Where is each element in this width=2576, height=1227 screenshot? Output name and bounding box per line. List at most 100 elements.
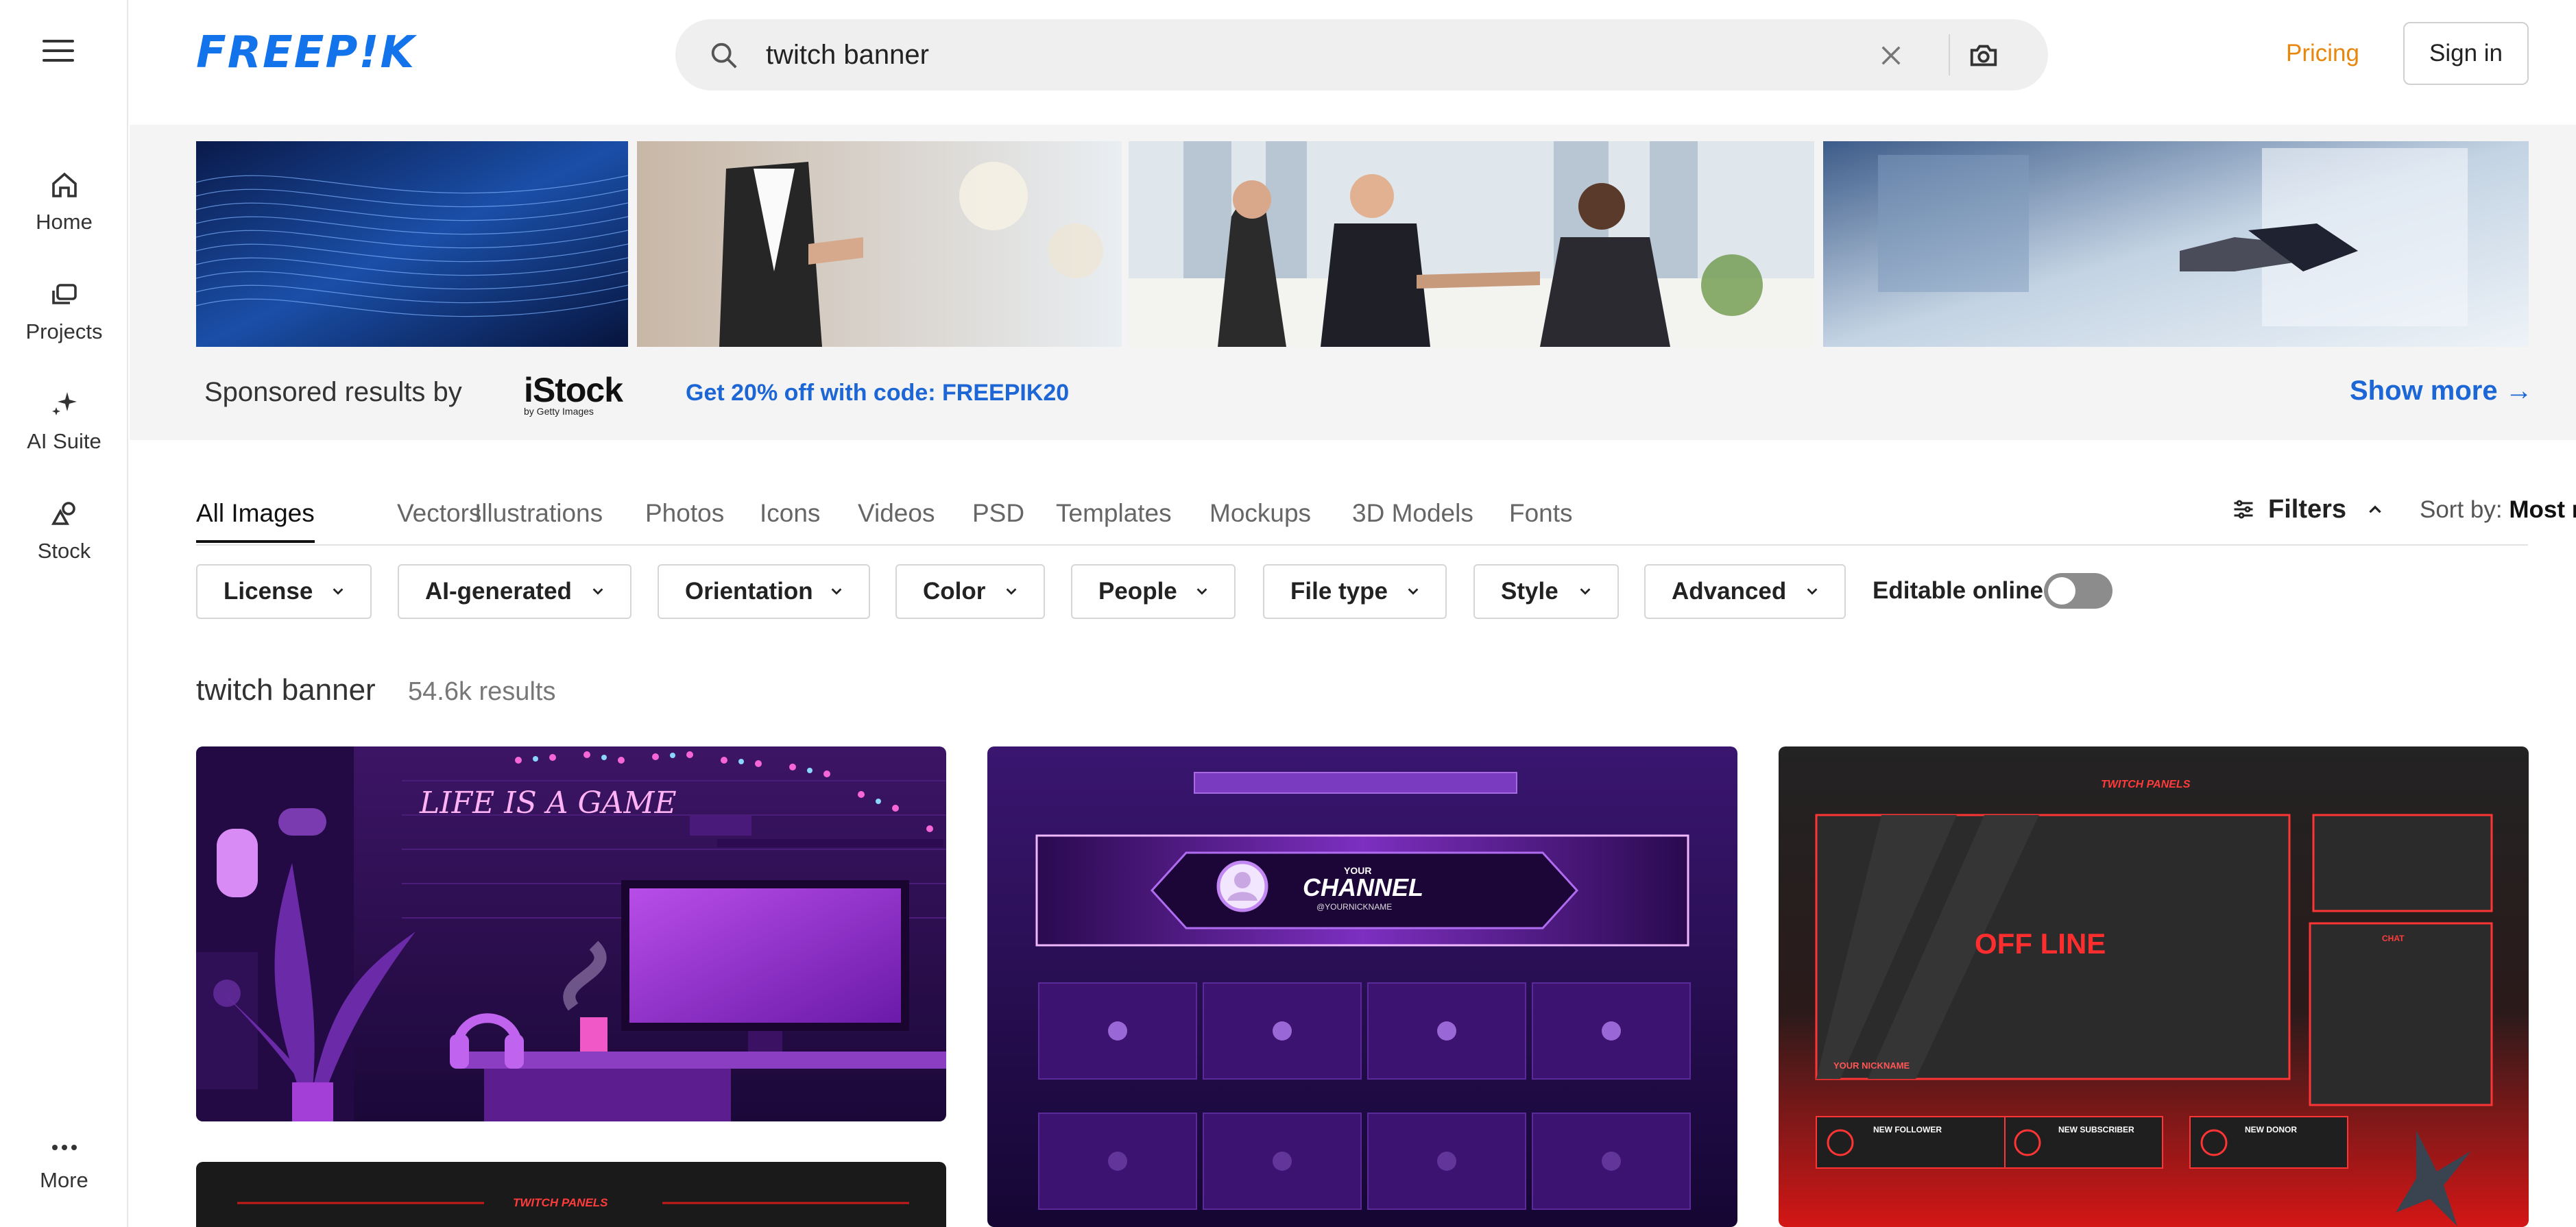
result-image: TWITCH PANELS — [196, 1162, 946, 1227]
result-image: TWITCH PANELS OFF LINE CHAT YOUR NICKNAM… — [1779, 746, 2529, 1227]
sidebar-item-home[interactable]: Home — [0, 169, 128, 234]
sidebar-item-ai-suite[interactable]: AI Suite — [0, 388, 128, 454]
sidebar: Home Projects AI Suite Stock More — [0, 0, 128, 1227]
tab-fonts[interactable]: Fonts — [1509, 499, 1573, 528]
panels-header-text: TWITCH PANELS — [513, 1196, 608, 1209]
chip-label: Orientation — [685, 578, 813, 605]
sidebar-item-label: Stock — [38, 539, 91, 563]
filter-orientation[interactable]: Orientation — [658, 564, 870, 619]
chip-label: Color — [923, 578, 985, 605]
chevron-down-icon — [590, 583, 605, 598]
offline-text: OFF LINE — [1975, 927, 2106, 960]
result-card-twitch-panels-dark[interactable]: TWITCH PANELS — [196, 1162, 946, 1227]
sort-label: Sort by: — [2420, 496, 2503, 523]
istock-brand: iStock — [524, 370, 623, 410]
filters-label: Filters — [2268, 495, 2346, 524]
filter-ai-generated[interactable]: AI-generated — [398, 564, 631, 619]
chip-label: Advanced — [1672, 578, 1786, 605]
tab-3d-models[interactable]: 3D Models — [1352, 499, 1473, 528]
sponsored-band: Sponsored results by iStock by Getty Ima… — [130, 125, 2576, 440]
editable-online-toggle[interactable] — [2044, 573, 2112, 609]
filter-advanced[interactable]: Advanced — [1644, 564, 1846, 619]
tab-vectors[interactable]: Vectors — [397, 499, 481, 528]
badge-follower: NEW FOLLOWER — [1873, 1125, 1942, 1134]
stock-icon — [48, 498, 81, 531]
banner-channel-text: CHANNEL — [1303, 873, 1423, 901]
show-more-link[interactable]: Show more → — [2350, 376, 2533, 406]
badge-donor: NEW DONOR — [2245, 1125, 2297, 1134]
panels-header-text: TWITCH PANELS — [2101, 779, 2191, 790]
chevron-down-icon — [1406, 583, 1421, 598]
chevron-down-icon — [1194, 583, 1209, 598]
pricing-link[interactable]: Pricing — [2286, 40, 2359, 67]
sponsored-image-waves[interactable] — [196, 141, 628, 347]
chip-label: AI-generated — [425, 578, 572, 605]
search-input[interactable] — [766, 37, 1794, 73]
chip-label: Style — [1501, 578, 1558, 605]
nickname-text: YOUR NICKNAME — [1833, 1060, 1910, 1071]
camera-icon[interactable] — [1968, 40, 1999, 71]
filters-button[interactable]: Filters — [2231, 495, 2384, 524]
result-card-gaming-room[interactable]: LIFE IS A GAME — [196, 746, 946, 1121]
promo-code-link[interactable]: Get 20% off with code: FREEPIK20 — [686, 380, 1069, 406]
sidebar-item-label: More — [40, 1168, 88, 1192]
results-query: twitch banner — [196, 673, 376, 707]
tab-templates[interactable]: Templates — [1056, 499, 1172, 528]
filter-license[interactable]: License — [196, 564, 372, 619]
filter-people[interactable]: People — [1071, 564, 1236, 619]
chevron-down-icon — [1004, 583, 1019, 598]
result-card-twitch-panels-red[interactable]: TWITCH PANELS OFF LINE CHAT YOUR NICKNAM… — [1779, 746, 2529, 1227]
istock-logo[interactable]: iStock by Getty Images — [524, 370, 623, 417]
tab-illustrations[interactable]: Illustrations — [474, 499, 603, 528]
filter-file-type[interactable]: File type — [1263, 564, 1447, 619]
freepik-logo[interactable]: FREEP!K — [196, 33, 416, 73]
tab-photos[interactable]: Photos — [645, 499, 724, 528]
banner-handle-text: @YOURNICKNAME — [1316, 902, 1392, 912]
filter-style[interactable]: Style — [1473, 564, 1619, 619]
chip-label: License — [224, 578, 313, 605]
sponsored-image-meeting[interactable] — [1129, 141, 1814, 347]
tab-all-images[interactable]: All Images — [196, 499, 315, 528]
tab-videos[interactable]: Videos — [858, 499, 935, 528]
chip-label: File type — [1290, 578, 1388, 605]
result-card-channel-banner[interactable]: YOUR CHANNEL @YOURNICKNAME — [987, 746, 1737, 1227]
projects-icon — [48, 278, 81, 311]
neon-sign-text: LIFE IS A GAME — [419, 786, 677, 821]
sponsored-image-handshake-offer[interactable] — [637, 141, 1122, 347]
sort-value: Most relevant — [2509, 496, 2576, 523]
chat-text: CHAT — [2382, 934, 2405, 943]
sidebar-item-projects[interactable]: Projects — [0, 278, 128, 344]
chevron-down-icon — [1805, 583, 1820, 598]
chip-label: People — [1098, 578, 1177, 605]
badge-subscriber: NEW SUBSCRIBER — [2058, 1125, 2134, 1134]
sparkle-icon — [48, 388, 81, 421]
sidebar-item-label: Home — [36, 210, 93, 234]
sliders-icon — [2231, 497, 2256, 522]
result-image: YOUR CHANNEL @YOURNICKNAME — [987, 746, 1737, 1227]
search-divider — [1949, 34, 1950, 75]
content-type-tabs: All Images Vectors Illustrations Photos … — [196, 480, 2528, 546]
sponsored-image-handshake-blue[interactable] — [1823, 141, 2529, 347]
chevron-down-icon — [829, 583, 844, 598]
chevron-down-icon — [330, 583, 346, 598]
sponsored-label: Sponsored results by — [204, 377, 462, 408]
sign-in-button[interactable]: Sign in — [2403, 22, 2529, 85]
menu-icon[interactable] — [43, 40, 74, 67]
sidebar-item-more[interactable]: More — [0, 1131, 128, 1193]
sort-dropdown[interactable]: Sort by: Most relevant — [2420, 496, 2576, 524]
result-image: LIFE IS A GAME — [196, 746, 946, 1121]
tab-icons[interactable]: Icons — [760, 499, 820, 528]
tab-mockups[interactable]: Mockups — [1209, 499, 1311, 528]
tab-psd[interactable]: PSD — [972, 499, 1024, 528]
filter-color[interactable]: Color — [895, 564, 1045, 619]
close-icon[interactable] — [1877, 41, 1905, 70]
home-icon — [48, 169, 81, 202]
search-bar — [675, 19, 2048, 90]
sidebar-item-label: Projects — [26, 319, 103, 343]
search-icon[interactable] — [708, 40, 740, 71]
more-dots-icon — [48, 1131, 81, 1164]
sidebar-item-label: AI Suite — [27, 429, 101, 453]
chevron-up-icon — [2366, 501, 2384, 519]
results-count: 54.6k results — [408, 677, 555, 707]
sidebar-item-stock[interactable]: Stock — [0, 498, 128, 563]
